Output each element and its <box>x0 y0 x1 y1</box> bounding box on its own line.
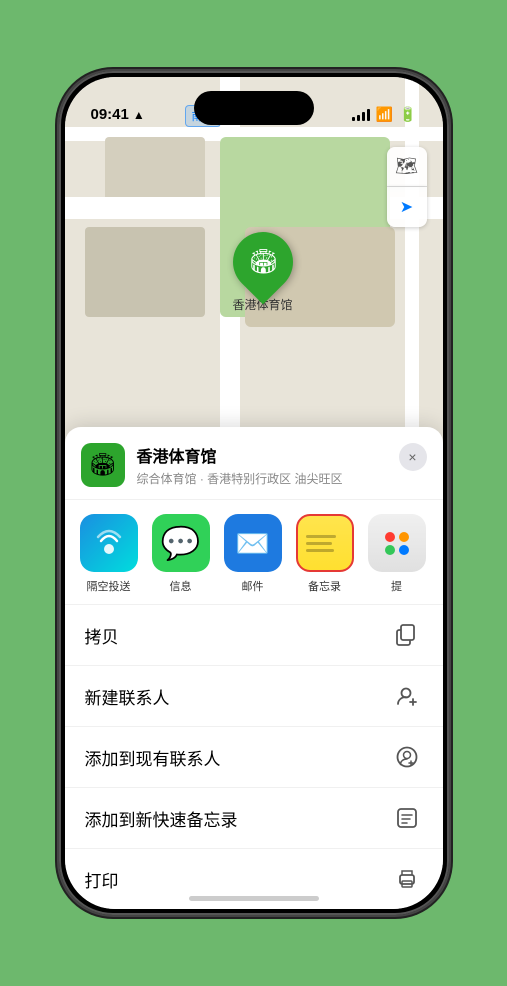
action-new-contact[interactable]: 新建联系人 <box>65 666 443 727</box>
notes-line-2 <box>306 542 333 545</box>
close-icon: × <box>408 449 416 465</box>
messages-icon: 💬 <box>161 524 201 562</box>
map-type-button[interactable]: 🗺 <box>387 147 427 187</box>
new-contact-label: 新建联系人 <box>85 684 170 709</box>
venue-card: 🏟 香港体育馆 综合体育馆 · 香港特别行政区 油尖旺区 × <box>65 427 443 500</box>
action-copy[interactable]: 拷贝 <box>65 605 443 666</box>
blue-dot <box>399 545 409 555</box>
print-label: 打印 <box>85 867 119 892</box>
venue-icon: 🏟 <box>81 443 125 487</box>
share-item-airdrop[interactable]: 隔空投送 <box>73 514 145 594</box>
venue-subtitle: 综合体育馆 · 香港特别行政区 油尖旺区 <box>137 470 427 487</box>
location-arrow-icon: ▲ <box>133 108 145 122</box>
mail-icon-wrap: ✉️ <box>224 514 282 572</box>
notes-line-3 <box>306 549 335 552</box>
copy-icon <box>391 619 423 651</box>
venue-name: 香港体育馆 <box>137 443 427 467</box>
signal-bar-3 <box>362 112 365 121</box>
action-quick-note[interactable]: 添加到新快速备忘录 <box>65 788 443 849</box>
pin-circle: 🏟 <box>220 220 305 305</box>
location-button[interactable]: ➤ <box>387 187 427 227</box>
venue-stadium-icon: 🏟 <box>89 452 117 478</box>
messages-icon-wrap: 💬 <box>152 514 210 572</box>
more-icon-wrap <box>368 514 426 572</box>
bottom-sheet: 🏟 香港体育馆 综合体育馆 · 香港特别行政区 油尖旺区 × <box>65 427 443 909</box>
signal-bar-2 <box>357 115 360 121</box>
map-type-icon: 🗺 <box>395 156 418 177</box>
messages-label: 信息 <box>170 578 192 594</box>
mail-icon: ✉️ <box>235 527 270 560</box>
stadium-icon: 🏟 <box>247 248 277 277</box>
mail-label: 邮件 <box>242 578 264 594</box>
notes-line-1 <box>306 535 336 538</box>
airdrop-icon-wrap <box>80 514 138 572</box>
dot-row-2 <box>385 545 409 555</box>
share-item-mail[interactable]: ✉️ 邮件 <box>217 514 289 594</box>
orange-dot <box>399 532 409 542</box>
notes-lines <box>298 527 352 560</box>
close-button[interactable]: × <box>399 443 427 471</box>
quick-note-label: 添加到新快速备忘录 <box>85 806 238 831</box>
status-time: 09:41 ▲ <box>91 106 145 123</box>
location-pin[interactable]: 🏟 香港体育馆 <box>233 232 293 313</box>
copy-label: 拷贝 <box>85 623 119 648</box>
home-indicator <box>189 896 319 901</box>
notes-label: 备忘录 <box>308 578 341 594</box>
add-existing-label: 添加到现有联系人 <box>85 745 221 770</box>
red-dot <box>385 532 395 542</box>
wifi-icon: 📶 <box>376 106 393 123</box>
share-item-more[interactable]: 提 <box>361 514 433 594</box>
airdrop-label: 隔空投送 <box>87 578 131 594</box>
phone-screen: 09:41 ▲ 📶 🔋 <box>65 77 443 909</box>
signal-bar-4 <box>367 109 370 121</box>
share-item-messages[interactable]: 💬 信息 <box>145 514 217 594</box>
print-icon <box>391 863 423 895</box>
compass-icon: ➤ <box>400 197 413 217</box>
more-label: 提 <box>391 578 402 594</box>
venue-info: 香港体育馆 综合体育馆 · 香港特别行政区 油尖旺区 <box>137 443 427 487</box>
action-add-existing[interactable]: 添加到现有联系人 <box>65 727 443 788</box>
action-list: 拷贝 新建联系人 <box>65 605 443 909</box>
new-contact-icon <box>391 680 423 712</box>
signal-bar-1 <box>352 117 355 121</box>
dot-row-1 <box>385 532 409 542</box>
status-icons: 📶 🔋 <box>352 106 417 123</box>
airdrop-svg-icon <box>93 527 125 559</box>
notes-icon-wrap <box>296 514 354 572</box>
battery-icon: 🔋 <box>399 106 416 123</box>
map-controls: 🗺 ➤ <box>387 147 427 227</box>
dynamic-island <box>194 91 314 125</box>
phone-frame: 09:41 ▲ 📶 🔋 <box>59 71 449 915</box>
share-item-notes[interactable]: 备忘录 <box>289 514 361 594</box>
green-dot <box>385 545 395 555</box>
map-building-block-3 <box>85 227 205 317</box>
share-row: 隔空投送 💬 信息 ✉️ 邮件 <box>65 500 443 605</box>
quick-note-icon <box>391 802 423 834</box>
signal-bars <box>352 109 370 121</box>
add-existing-icon <box>391 741 423 773</box>
